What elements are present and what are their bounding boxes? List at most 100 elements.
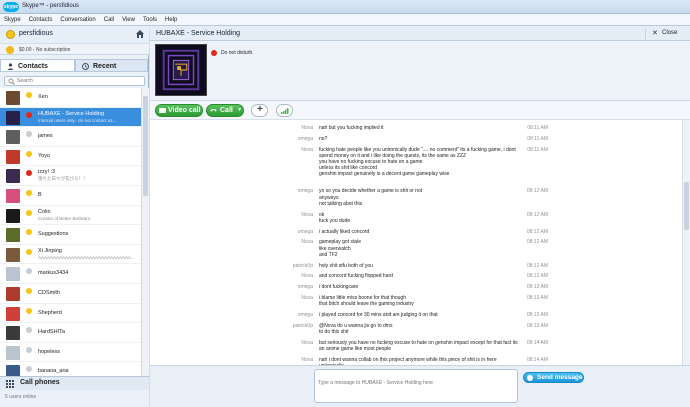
- account-bar[interactable]: persfidious: [0, 26, 149, 43]
- contact-name: Suggestions: [38, 231, 69, 238]
- contact-list-item[interactable]: Colin Creator of Better Bedwars.: [0, 206, 141, 226]
- message-sender: Nova: [301, 211, 313, 218]
- contact-list-item[interactable]: markus3434: [0, 264, 141, 284]
- menu-conversation[interactable]: Conversation: [60, 14, 95, 25]
- menu-tools[interactable]: Tools: [143, 14, 157, 25]
- message-time: 08:14 AM: [526, 356, 548, 363]
- search-input[interactable]: [17, 77, 142, 85]
- message-sender: Nova: [301, 239, 313, 246]
- conversation-pane: HUBAXE - Service Holding ✕ Close Do not …: [150, 26, 690, 407]
- message-text: i dont fuckingcare: [319, 284, 359, 291]
- send-message-label: Send message: [537, 374, 583, 381]
- menu-help[interactable]: Help: [165, 14, 177, 25]
- message-time: 08:11 AM: [527, 125, 548, 131]
- contact-list-item[interactable]: james: [0, 127, 141, 147]
- contact-list-scrollbar[interactable]: [141, 88, 149, 376]
- online-count-bar: 5 users online: [0, 390, 149, 407]
- menu-skype[interactable]: Skype: [4, 14, 21, 25]
- message-text: i played concord for 30 mins and am judg…: [319, 312, 438, 318]
- conversation-title: HUBAXE - Service Holding: [156, 30, 241, 37]
- account-name[interactable]: persfidious: [19, 30, 53, 37]
- message-text: yo so you decide whether a game is shit …: [319, 188, 423, 207]
- tab-recent[interactable]: Recent: [75, 59, 148, 72]
- conversation-header: HUBAXE - Service Holding ✕ Close: [150, 26, 690, 41]
- offline-status-icon: [26, 346, 32, 353]
- call-quality-button[interactable]: [276, 104, 293, 117]
- contact-name: Xen: [38, 94, 48, 100]
- contact-list-item[interactable]: hopeless: [0, 343, 141, 363]
- credit-text: $0.00 - No subscription: [19, 47, 71, 53]
- close-label: Close: [662, 30, 678, 36]
- coin-icon: [6, 46, 14, 54]
- message-text: @Nova do u wanna jis go to dms to do thi…: [319, 322, 393, 335]
- contact-list-item[interactable]: Suggestions: [0, 225, 141, 245]
- message-sender: omega: [297, 312, 313, 318]
- message-time: 08:12 AM: [526, 239, 548, 246]
- offline-status-icon: [26, 366, 32, 373]
- contact-list-item[interactable]: Xi Jinping AAAAAAAAAAAAAAAAAAAAAAAAAAAAAA…: [0, 245, 141, 265]
- offline-status-icon: [26, 268, 32, 275]
- away-status-icon[interactable]: [6, 30, 15, 39]
- chevron-down-icon[interactable]: ▼: [237, 105, 242, 116]
- close-conversation-button[interactable]: ✕ Close: [645, 28, 687, 39]
- contact-profile: Do not disturb: [150, 41, 690, 101]
- video-call-button[interactable]: Video call: [155, 104, 203, 117]
- menu-bar: Skype Contacts Conversation Call View To…: [0, 14, 690, 26]
- send-message-button[interactable]: Send message: [523, 372, 584, 383]
- contact-list-item[interactable]: Yoyo: [0, 147, 141, 167]
- contact-avatar: [6, 169, 20, 184]
- message-input[interactable]: [314, 369, 518, 403]
- message-sender: omega: [297, 284, 313, 291]
- tab-contacts[interactable]: Contacts: [0, 59, 75, 72]
- offline-status-icon: [26, 327, 32, 334]
- call-button[interactable]: Call ▼: [206, 104, 244, 117]
- contact-list-item[interactable]: izzy! :3 落ちた日々が花びら！！: [0, 166, 141, 186]
- contact-list-item[interactable]: HUBAXE - Service Holding Internal users o…: [0, 107, 141, 128]
- contact-name: HUBAXE - Service Holding: [38, 110, 105, 117]
- messages-scrollbar[interactable]: [682, 120, 690, 365]
- dnd-status-icon: [26, 170, 32, 177]
- contact-status-text: Do not disturb: [221, 50, 253, 56]
- contact-list-item[interactable]: HardSHITa: [0, 323, 141, 343]
- contact-avatar: [6, 208, 20, 223]
- contact-name: banana_ana: [38, 368, 69, 375]
- message-sender: patrick0p: [292, 322, 313, 329]
- message-sender: omega: [297, 135, 313, 142]
- message-row: Nova nah but you fucking implied it 08:11 …: [150, 125, 682, 136]
- contact-avatar[interactable]: [155, 44, 207, 96]
- message-time: 08:13 AM: [526, 312, 548, 318]
- contact-list-item[interactable]: Shepherd: [0, 304, 141, 324]
- menu-call[interactable]: Call: [104, 14, 114, 25]
- home-icon[interactable]: [135, 29, 145, 39]
- scrollbar-thumb[interactable]: [684, 182, 689, 230]
- message-row: Nova ok fuck you dude 08:12 AM: [150, 212, 682, 229]
- contact-avatar: [6, 365, 20, 376]
- message-row: omega i dont fuckingcare 08:13 AM: [150, 284, 682, 295]
- send-icon: [527, 375, 533, 381]
- contact-list-item[interactable]: B: [0, 186, 141, 206]
- message-time: 08:11 AM: [527, 146, 548, 153]
- menu-contacts[interactable]: Contacts: [29, 14, 53, 25]
- away-status-icon: [26, 248, 32, 255]
- contact-list-item[interactable]: Xen: [0, 88, 141, 108]
- message-row: omega i actually liked concord 08:12 AM: [150, 229, 682, 240]
- add-button[interactable]: +: [251, 104, 268, 117]
- message-text: nah i dont wanna collab on this project …: [319, 356, 497, 365]
- message-sender: Nova: [301, 125, 313, 131]
- message-time: 08:13 AM: [526, 322, 548, 329]
- scrollbar-thumb[interactable]: [143, 96, 148, 196]
- message-row: Nova fucking hate people like you unironi…: [150, 147, 682, 189]
- call-phones-button[interactable]: Call phones: [0, 376, 149, 390]
- message-history: Nova nah but you fucking implied it 08:11 …: [150, 120, 682, 365]
- contact-list-item[interactable]: CDSmith: [0, 284, 141, 304]
- message-row: omega yo so you decide whether a game is …: [150, 188, 682, 211]
- contact-list-item[interactable]: banana_ana: [0, 362, 141, 376]
- tab-recent-label: Recent: [93, 63, 117, 70]
- search-box: [4, 76, 145, 86]
- search-icon: [8, 78, 15, 85]
- credit-bar[interactable]: $0.00 - No subscription: [0, 43, 149, 55]
- dnd-status-icon: [26, 111, 32, 118]
- message-sender: omega: [297, 228, 313, 235]
- menu-view[interactable]: View: [122, 14, 135, 25]
- away-status-icon: [26, 189, 32, 196]
